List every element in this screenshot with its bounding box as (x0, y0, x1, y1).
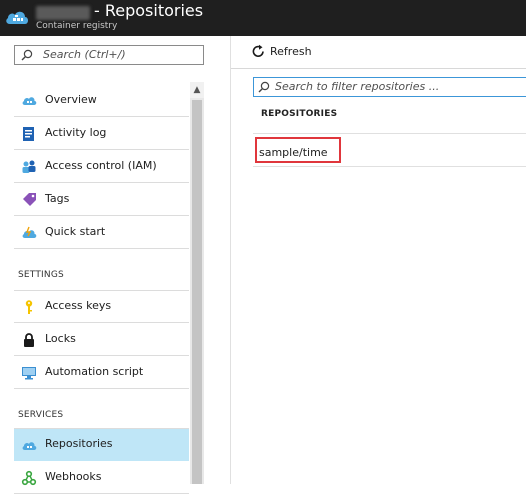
page-title: - Repositories (94, 1, 204, 20)
lock-icon (24, 333, 34, 347)
repository-filter-input[interactable]: Search to filter repositories ... (253, 77, 526, 97)
sidebar-item-tags[interactable]: Tags (14, 184, 189, 216)
sidebar-item-overview[interactable]: Overview (14, 85, 189, 117)
sidebar-item-access-control[interactable]: Access control (IAM) (14, 151, 189, 183)
sidebar-item-label: Quick start (45, 225, 106, 238)
sidebar-item-label: Repositories (45, 437, 113, 450)
monitor-icon (22, 367, 36, 380)
scroll-up-arrow-icon[interactable]: ▲ (190, 82, 204, 98)
sidebar-item-label: Activity log (45, 126, 107, 139)
sidebar-item-label: Webhooks (45, 470, 102, 483)
key-icon (25, 300, 33, 314)
refresh-icon (252, 44, 264, 57)
filter-placeholder: Search to filter repositories ... (275, 80, 440, 93)
row-divider (253, 166, 526, 167)
sidebar-item-access-keys[interactable]: Access keys (14, 291, 189, 323)
search-icon (21, 49, 33, 61)
resource-menu: Search (Ctrl+/) ▲ Overview Activity log … (0, 36, 231, 494)
sidebar-item-webhooks[interactable]: Webhooks (14, 462, 189, 494)
scrollbar-thumb[interactable] (192, 100, 202, 484)
sidebar-item-activity-log[interactable]: Activity log (14, 118, 189, 150)
section-heading-settings: SETTINGS (18, 270, 64, 280)
menu-scrollbar[interactable]: ▲ (190, 82, 204, 484)
resource-name-redacted (36, 6, 90, 20)
repositories-column-header: REPOSITORIES (261, 109, 338, 119)
top-header: - Repositories Container registry (0, 0, 526, 36)
search-icon (258, 81, 270, 93)
sidebar-item-label: Access control (IAM) (45, 159, 157, 172)
menu-search-input[interactable]: Search (Ctrl+/) (14, 45, 204, 65)
tag-icon (23, 193, 36, 206)
sidebar-item-quick-start[interactable]: Quick start (14, 217, 189, 249)
activity-log-icon (23, 127, 34, 141)
toolbar-divider (231, 68, 526, 69)
sidebar-item-locks[interactable]: Locks (14, 324, 189, 356)
table-row[interactable]: sample/time (253, 135, 526, 165)
page-subtitle: Container registry (36, 21, 118, 31)
cloud-overview-icon (22, 97, 37, 105)
sidebar-item-label: Tags (45, 192, 70, 205)
menu-search-placeholder: Search (Ctrl+/) (43, 48, 126, 61)
sidebar-item-automation-script[interactable]: Automation script (14, 357, 189, 389)
sidebar-item-label: Access keys (45, 299, 112, 312)
repository-name-cell[interactable]: sample/time (255, 137, 341, 163)
cloud-repo-icon (22, 442, 37, 450)
sidebar-item-repositories[interactable]: Repositories (14, 429, 189, 461)
sidebar-item-label: Overview (45, 93, 97, 106)
header-divider (253, 133, 526, 134)
users-icon (22, 160, 36, 173)
sidebar-item-label: Locks (45, 332, 76, 345)
repositories-blade: Refresh Search to filter repositories ..… (231, 36, 526, 484)
cloud-quickstart-icon (22, 226, 37, 238)
container-registry-logo-icon (6, 11, 28, 24)
refresh-label: Refresh (270, 45, 312, 58)
sidebar-item-label: Automation script (45, 365, 144, 378)
section-heading-services: SERVICES (18, 410, 64, 420)
